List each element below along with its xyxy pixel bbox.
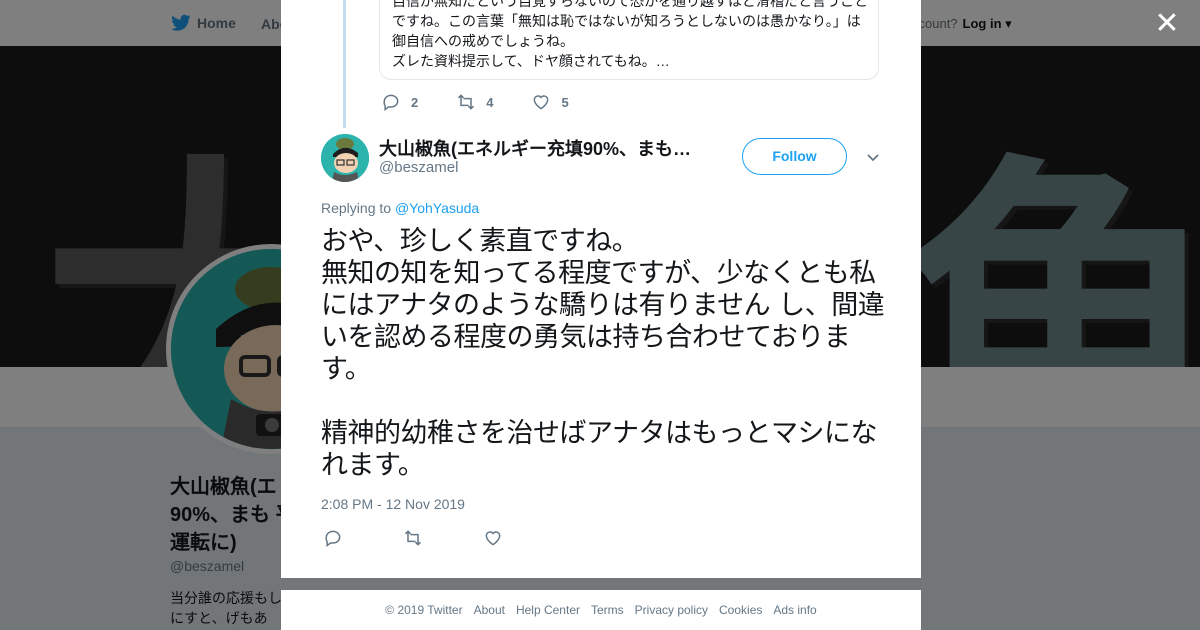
reply-count: 2 bbox=[411, 94, 419, 110]
replying-prefix: Replying to bbox=[321, 200, 392, 216]
quoted-tweet-card[interactable]: 自信が無知だという自覚すらないのて恐かを通り越すほど滑稽だと言うことですね。この… bbox=[379, 0, 879, 80]
footer-copyright: © 2019 Twitter bbox=[385, 603, 463, 617]
tweet-modal: 自信が無知だという自覚すらないのて恐かを通り越すほど滑稽だと言うことですね。この… bbox=[281, 0, 921, 578]
close-icon[interactable]: ✕ bbox=[1152, 9, 1182, 39]
footer-link-terms[interactable]: Terms bbox=[591, 603, 624, 617]
author-avatar-illustration bbox=[321, 134, 369, 182]
like-icon[interactable] bbox=[483, 528, 503, 548]
tweet-timestamp[interactable]: 2:08 PM - 12 Nov 2019 bbox=[321, 496, 465, 512]
tweet-actions bbox=[323, 528, 503, 548]
quoted-tweet-text: 自信が無知だという自覚すらないのて恐かを通り越すほど滑稽だと言うことですね。この… bbox=[392, 0, 868, 69]
like-button[interactable]: 5 bbox=[531, 92, 569, 112]
retweet-count: 4 bbox=[486, 94, 494, 110]
retweet-icon[interactable] bbox=[403, 528, 423, 548]
replying-to-link[interactable]: @YohYasuda bbox=[395, 200, 479, 216]
retweet-button[interactable]: 4 bbox=[456, 92, 493, 112]
footer: © 2019 Twitter About Help Center Terms P… bbox=[281, 590, 921, 630]
footer-link-cookies[interactable]: Cookies bbox=[719, 603, 762, 617]
chevron-down-icon[interactable] bbox=[865, 150, 881, 166]
like-count: 5 bbox=[561, 94, 569, 110]
retweet-icon bbox=[458, 94, 475, 110]
tweet-text: おや、珍しく素直ですね。 無知の知を知ってる程度ですが、少なくとも私にはアナタの… bbox=[321, 226, 885, 481]
footer-link-about[interactable]: About bbox=[474, 603, 505, 617]
footer-link-help-center[interactable]: Help Center bbox=[516, 603, 580, 617]
tweet-author-avatar[interactable] bbox=[321, 134, 369, 182]
reply-icon bbox=[383, 94, 399, 111]
thread-connector bbox=[343, 0, 346, 128]
parent-tweet-actions: 2 4 5 bbox=[381, 92, 607, 112]
follow-button[interactable]: Follow bbox=[742, 138, 847, 175]
replying-to: Replying to @YohYasuda bbox=[321, 200, 479, 216]
reply-button[interactable]: 2 bbox=[381, 92, 418, 112]
footer-link-ads-info[interactable]: Ads info bbox=[773, 603, 816, 617]
footer-link-privacy-policy[interactable]: Privacy policy bbox=[635, 603, 708, 617]
tweet-author-handle[interactable]: @beszamel bbox=[379, 159, 458, 176]
like-icon bbox=[534, 95, 549, 110]
reply-icon[interactable] bbox=[323, 528, 343, 548]
tweet-author-name[interactable]: 大山椒魚(エネルギー充填90%、まも… bbox=[379, 135, 699, 161]
